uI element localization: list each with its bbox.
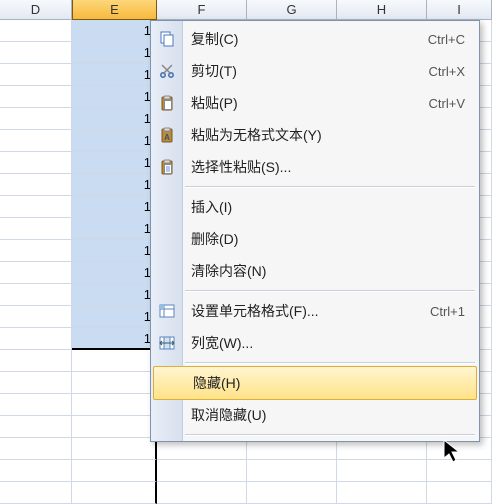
copy-icon	[157, 29, 177, 49]
cell-D[interactable]	[0, 284, 72, 306]
cell-E[interactable]: 1	[72, 218, 157, 240]
menu-separator	[185, 362, 475, 364]
menu-item-column-width[interactable]: 列宽(W)...	[151, 327, 479, 359]
cell-E[interactable]: 1	[72, 284, 157, 306]
cell-E[interactable]: 1	[72, 20, 157, 42]
clipboard-icon	[157, 93, 177, 113]
cell-D[interactable]	[0, 240, 72, 262]
svg-text:A: A	[164, 133, 170, 142]
menu-label: 粘贴为无格式文本(Y)	[191, 125, 465, 145]
cell-D[interactable]	[0, 460, 72, 482]
cell-D[interactable]	[0, 20, 72, 42]
cell-D[interactable]	[0, 108, 72, 130]
cell-D[interactable]	[0, 438, 72, 460]
scissors-icon	[157, 61, 177, 81]
menu-item-hide[interactable]: 隐藏(H)	[153, 366, 477, 400]
cell-E[interactable]	[72, 394, 157, 416]
menu-label: 粘贴(P)	[191, 93, 429, 113]
cell-D[interactable]	[0, 64, 72, 86]
table-row	[0, 460, 502, 482]
menu-label: 隐藏(H)	[193, 373, 463, 393]
cell-D[interactable]	[0, 196, 72, 218]
menu-shortcut: Ctrl+X	[429, 64, 465, 79]
cell-D[interactable]	[0, 86, 72, 108]
cell-E[interactable]: 1	[72, 174, 157, 196]
menu-item-paste[interactable]: 粘贴(P) Ctrl+V	[151, 87, 479, 119]
cell-D[interactable]	[0, 416, 72, 438]
cell-D[interactable]	[0, 394, 72, 416]
menu-label: 选择性粘贴(S)...	[191, 157, 465, 177]
clipboard-list-icon	[157, 157, 177, 177]
cell-E[interactable]	[72, 350, 157, 372]
menu-label: 插入(I)	[191, 197, 465, 217]
menu-shortcut: Ctrl+C	[428, 32, 465, 47]
menu-shortcut: Ctrl+1	[430, 304, 465, 319]
format-cells-icon	[157, 301, 177, 321]
menu-item-copy[interactable]: 复制(C) Ctrl+C	[151, 23, 479, 55]
menu-item-format-cells[interactable]: 设置单元格格式(F)... Ctrl+1	[151, 295, 479, 327]
menu-label: 取消隐藏(U)	[191, 405, 465, 425]
cell-E[interactable]	[72, 372, 157, 394]
column-header-D[interactable]: D	[0, 0, 72, 20]
cell-E[interactable]: 1	[72, 86, 157, 108]
cell-D[interactable]	[0, 328, 72, 350]
menu-separator	[185, 290, 475, 292]
cell-E[interactable]: 1	[72, 240, 157, 262]
cell-I[interactable]	[427, 460, 492, 482]
menu-label: 清除内容(N)	[191, 261, 465, 281]
column-header-H[interactable]: H	[337, 0, 427, 20]
cell-D[interactable]	[0, 372, 72, 394]
column-width-icon	[157, 333, 177, 353]
column-header-E[interactable]: E	[72, 0, 157, 20]
column-header-G[interactable]: G	[247, 0, 337, 20]
menu-label: 列宽(W)...	[191, 333, 465, 353]
cell-E[interactable]	[72, 438, 157, 460]
menu-label: 删除(D)	[191, 229, 465, 249]
cell-D[interactable]	[0, 306, 72, 328]
cell-E[interactable]	[72, 416, 157, 438]
cell-E[interactable]: 1	[72, 152, 157, 174]
cell-E[interactable]: 1	[72, 42, 157, 64]
column-header-F[interactable]: F	[157, 0, 247, 20]
cell-D[interactable]	[0, 262, 72, 284]
cell-D[interactable]	[0, 350, 72, 372]
cell-D[interactable]	[0, 42, 72, 64]
menu-item-paste-unformatted[interactable]: A 粘贴为无格式文本(Y)	[151, 119, 479, 151]
column-header-I[interactable]: I	[427, 0, 492, 20]
cell-F[interactable]	[157, 460, 247, 482]
cell-E[interactable]: 1	[72, 130, 157, 152]
menu-label: 设置单元格格式(F)...	[191, 301, 430, 321]
column-context-menu: 复制(C) Ctrl+C 剪切(T) Ctrl+X 粘贴(P) Ctrl+V A…	[150, 20, 480, 442]
menu-item-cut[interactable]: 剪切(T) Ctrl+X	[151, 55, 479, 87]
menu-separator	[185, 186, 475, 188]
cell-G[interactable]	[247, 460, 337, 482]
clipboard-text-icon: A	[157, 125, 177, 145]
menu-label: 剪切(T)	[191, 61, 429, 81]
cell-E[interactable]	[72, 460, 157, 482]
cell-E[interactable]: 1	[72, 108, 157, 130]
menu-shortcut: Ctrl+V	[429, 96, 465, 111]
cell-E[interactable]: 1	[72, 262, 157, 284]
cell-D[interactable]	[0, 218, 72, 240]
cell-D[interactable]	[0, 174, 72, 196]
menu-label: 复制(C)	[191, 29, 428, 49]
cell-E[interactable]: 1	[72, 328, 157, 350]
cell-H[interactable]	[337, 460, 427, 482]
cell-D[interactable]	[0, 152, 72, 174]
menu-item-clear[interactable]: 清除内容(N)	[151, 255, 479, 287]
cell-E[interactable]: 1	[72, 64, 157, 86]
menu-item-unhide[interactable]: 取消隐藏(U)	[151, 399, 479, 431]
cell-D[interactable]	[0, 130, 72, 152]
menu-separator	[185, 434, 475, 436]
menu-item-delete[interactable]: 删除(D)	[151, 223, 479, 255]
cell-E[interactable]: 1	[72, 196, 157, 218]
menu-item-insert[interactable]: 插入(I)	[151, 191, 479, 223]
menu-item-paste-special[interactable]: 选择性粘贴(S)...	[151, 151, 479, 183]
column-header-row: DEFGHI	[0, 0, 502, 20]
cell-E[interactable]: 1	[72, 306, 157, 328]
